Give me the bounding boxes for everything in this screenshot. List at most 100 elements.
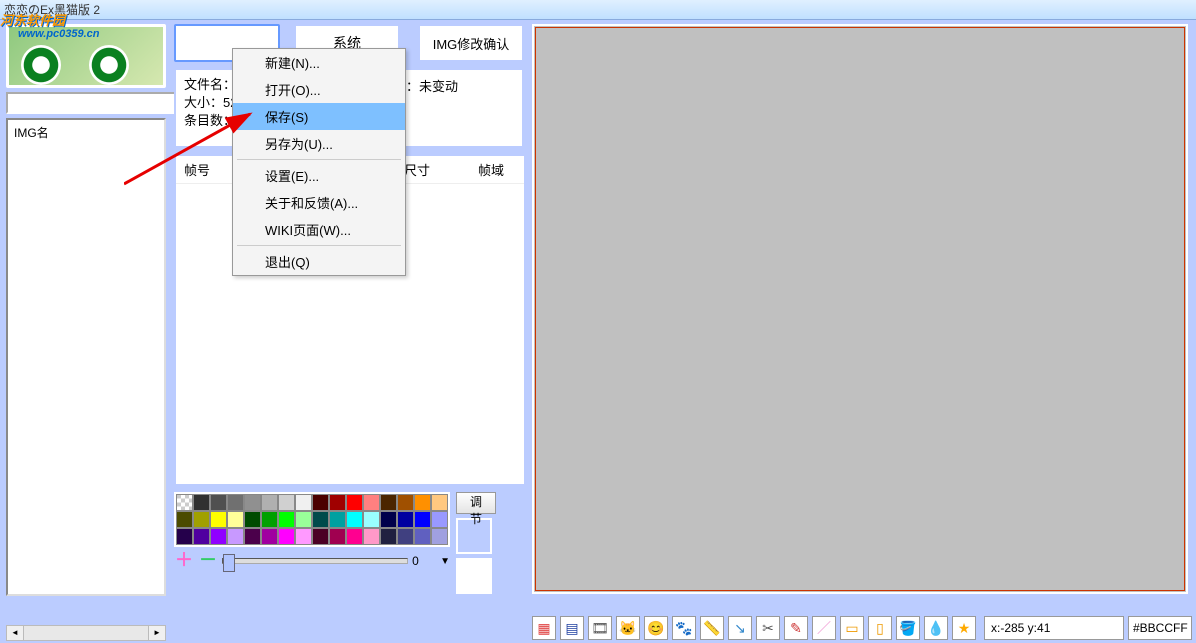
cat-tool[interactable]: 🐱 [616, 616, 640, 640]
palette-swatch[interactable] [363, 511, 380, 528]
palette-swatch[interactable] [363, 494, 380, 511]
palette-swatch[interactable] [329, 511, 346, 528]
zoom-out-button[interactable]: － [198, 551, 218, 571]
palette-swatch[interactable] [227, 528, 244, 545]
film-tool[interactable]: 🎞 [588, 616, 612, 640]
avatar-image [6, 24, 166, 88]
palette-swatch[interactable] [278, 511, 295, 528]
canvas-selection-outline [535, 27, 1185, 591]
palette-swatch[interactable] [244, 511, 261, 528]
zoom-in-button[interactable]: ＋ [174, 551, 194, 571]
star-tool[interactable]: ★ [952, 616, 976, 640]
palette-swatch[interactable] [295, 511, 312, 528]
img-list[interactable]: IMG名 [6, 118, 166, 596]
palette-swatch[interactable] [261, 528, 278, 545]
palette-swatch[interactable] [346, 511, 363, 528]
palette-swatch[interactable] [431, 528, 448, 545]
palette-swatch[interactable] [210, 528, 227, 545]
paw-tool[interactable]: 🐾 [672, 616, 696, 640]
palette-swatch[interactable] [380, 511, 397, 528]
col-domain: 帧域 [464, 160, 504, 179]
palette-swatch[interactable] [210, 511, 227, 528]
palette-swatch[interactable] [346, 494, 363, 511]
palette-swatch[interactable] [278, 494, 295, 511]
palette-swatch[interactable] [397, 511, 414, 528]
palette-swatch[interactable] [431, 511, 448, 528]
titlebar: 恋恋のEx黑猫版 2 [0, 0, 1196, 20]
img-list-scrollbar[interactable] [6, 625, 166, 641]
rect2-tool[interactable]: ▯ [868, 616, 892, 640]
status-box: ：未变动 [402, 68, 524, 148]
palette-swatch[interactable] [193, 494, 210, 511]
current-color-display: #BBCCFF [1128, 616, 1192, 640]
status-text: 未变动 [419, 79, 458, 94]
palette-swatch[interactable] [278, 528, 295, 545]
ruler-tool[interactable]: 📏 [700, 616, 724, 640]
line-tool[interactable]: ／ [812, 616, 836, 640]
select-tool[interactable]: ▦ [532, 616, 556, 640]
file-size-label: 大小： [184, 95, 223, 110]
palette-swatch[interactable] [261, 511, 278, 528]
crop-tool[interactable]: ✂ [756, 616, 780, 640]
palette-swatch[interactable] [414, 528, 431, 545]
left-panel: 查找 IMG名 [6, 24, 166, 596]
palette-swatch[interactable] [210, 494, 227, 511]
palette-swatch[interactable] [176, 511, 193, 528]
palette-swatch[interactable] [244, 528, 261, 545]
img-confirm-button[interactable]: IMG修改确认 [418, 24, 524, 62]
adjust-button[interactable]: 调节 [456, 492, 496, 514]
rect-tool[interactable]: ▭ [840, 616, 864, 640]
entry-count-label: 条目数： [184, 113, 236, 128]
palette-swatch[interactable] [295, 494, 312, 511]
pencil-tool[interactable]: ✎ [784, 616, 808, 640]
palette-swatch[interactable] [329, 528, 346, 545]
palette-swatch[interactable] [176, 528, 193, 545]
palette-swatch[interactable] [295, 528, 312, 545]
grid-tool[interactable]: ▤ [560, 616, 584, 640]
fill-tool[interactable]: 🪣 [896, 616, 920, 640]
palette-swatch[interactable] [193, 528, 210, 545]
menu-item-e[interactable]: 设置(E)... [233, 162, 405, 189]
palette-swatch[interactable] [329, 494, 346, 511]
menu-item-n[interactable]: 新建(N)... [233, 49, 405, 76]
menu-item-u[interactable]: 另存为(U)... [233, 130, 405, 157]
palette-swatch[interactable] [414, 494, 431, 511]
palette-swatch[interactable] [397, 528, 414, 545]
menu-item-o[interactable]: 打开(O)... [233, 76, 405, 103]
palette-swatch[interactable] [397, 494, 414, 511]
zoom-slider[interactable] [222, 558, 408, 564]
palette-swatch[interactable] [346, 528, 363, 545]
palette-swatch[interactable] [380, 494, 397, 511]
search-input[interactable] [6, 92, 186, 114]
palette-swatch[interactable] [312, 494, 329, 511]
system-dropdown-menu: 新建(N)...打开(O)...保存(S)另存为(U)... 设置(E)...关于… [232, 48, 406, 276]
window-title: 恋恋のEx黑猫版 2 [0, 1, 100, 18]
color-palette[interactable] [174, 492, 450, 547]
palette-swatch[interactable] [380, 528, 397, 545]
eyedrop-tool[interactable]: 💧 [924, 616, 948, 640]
img-list-header: IMG名 [8, 120, 164, 145]
palette-swatch[interactable] [261, 494, 278, 511]
palette-swatch[interactable] [227, 511, 244, 528]
menu-item-wikiw[interactable]: WIKI页面(W)... [233, 216, 405, 243]
palette-swatch[interactable] [363, 528, 380, 545]
palette-swatch[interactable] [312, 511, 329, 528]
canvas-panel[interactable] [532, 24, 1188, 594]
background-color[interactable] [456, 558, 492, 594]
col-size: 尺寸 [404, 160, 464, 179]
palette-swatch[interactable] [414, 511, 431, 528]
palette-swatch[interactable] [176, 494, 193, 511]
palette-swatch[interactable] [244, 494, 261, 511]
face-tool[interactable]: 😊 [644, 616, 668, 640]
menu-item-s[interactable]: 保存(S) [233, 103, 405, 130]
palette-swatch[interactable] [431, 494, 448, 511]
arrow-tool-tool[interactable]: ↘ [728, 616, 752, 640]
menu-item-q[interactable]: 退出(Q) [233, 248, 405, 275]
palette-swatch[interactable] [193, 511, 210, 528]
palette-swatch[interactable] [312, 528, 329, 545]
menu-item-a[interactable]: 关于和反馈(A)... [233, 189, 405, 216]
coordinates-display: x:-285 y:41 [984, 616, 1124, 640]
bottom-toolbar: ▦▤🎞🐱😊🐾📏↘✂✎／▭▯🪣💧★ x:-285 y:41#BBCCFF [532, 615, 1192, 641]
file-name-label: 文件名： [184, 77, 236, 92]
palette-swatch[interactable] [227, 494, 244, 511]
